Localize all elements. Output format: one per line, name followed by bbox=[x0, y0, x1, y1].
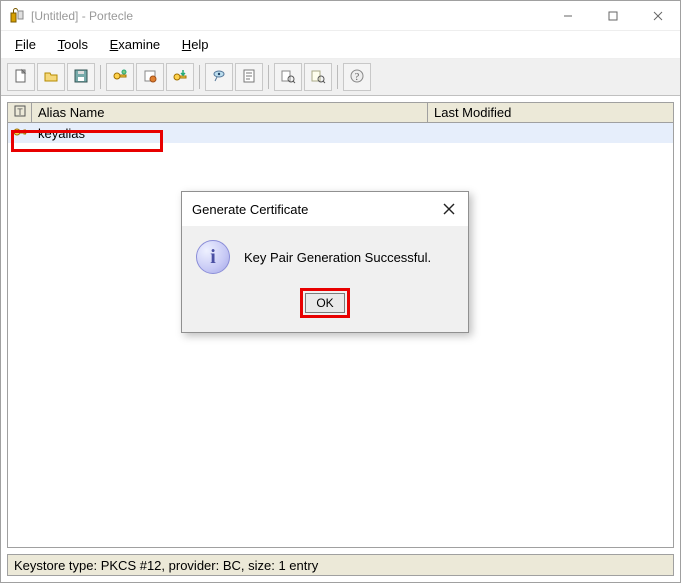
toolbar-separator bbox=[268, 65, 269, 89]
new-keystore-button[interactable] bbox=[7, 63, 35, 91]
generate-certificate-dialog: Generate Certificate i Key Pair Generati… bbox=[181, 191, 469, 333]
table-body: keyalias bbox=[8, 123, 673, 547]
menu-examine[interactable]: Examine bbox=[104, 35, 167, 54]
annotation-ok-highlight: OK bbox=[300, 288, 349, 318]
toolbar-separator bbox=[100, 65, 101, 89]
dialog-message: Key Pair Generation Successful. bbox=[244, 250, 431, 265]
report-icon bbox=[241, 68, 257, 87]
column-type[interactable]: T bbox=[8, 103, 32, 122]
dialog-button-row: OK bbox=[182, 282, 468, 332]
help-icon: ? bbox=[349, 68, 365, 87]
svg-text:?: ? bbox=[355, 72, 360, 83]
new-file-icon bbox=[13, 68, 29, 87]
column-alias[interactable]: Alias Name bbox=[32, 103, 428, 122]
table-row[interactable]: keyalias bbox=[8, 123, 673, 143]
entry-modified bbox=[428, 132, 673, 134]
magnifier-cert-icon bbox=[280, 68, 296, 87]
generate-keypair-button[interactable] bbox=[106, 63, 134, 91]
examine-crl-button[interactable] bbox=[304, 63, 332, 91]
title-bar: [Untitled] - Portecle bbox=[1, 1, 680, 31]
svg-text:T: T bbox=[17, 107, 23, 117]
app-icon bbox=[9, 8, 25, 24]
toolbar-separator bbox=[337, 65, 338, 89]
menu-tools[interactable]: Tools bbox=[52, 35, 94, 54]
password-icon bbox=[211, 68, 227, 87]
status-text: Keystore type: PKCS #12, provider: BC, s… bbox=[14, 558, 318, 573]
open-keystore-button[interactable] bbox=[37, 63, 65, 91]
menu-help[interactable]: Help bbox=[176, 35, 215, 54]
column-last-modified[interactable]: Last Modified bbox=[428, 103, 673, 122]
menu-bar: File Tools Examine Help bbox=[1, 31, 680, 59]
help-button[interactable]: ? bbox=[343, 63, 371, 91]
ok-button[interactable]: OK bbox=[305, 293, 344, 313]
close-button[interactable] bbox=[635, 1, 680, 30]
set-password-button[interactable] bbox=[205, 63, 233, 91]
main-window: [Untitled] - Portecle File Tools Examine… bbox=[0, 0, 681, 583]
type-column-icon: T bbox=[14, 105, 26, 120]
save-keystore-button[interactable] bbox=[67, 63, 95, 91]
import-cert-icon bbox=[142, 68, 158, 87]
toolbar-separator bbox=[199, 65, 200, 89]
dialog-title-bar: Generate Certificate bbox=[182, 192, 468, 226]
keypair-icon bbox=[112, 68, 128, 87]
import-keypair-icon bbox=[172, 68, 188, 87]
magnifier-crl-icon bbox=[310, 68, 326, 87]
minimize-button[interactable] bbox=[545, 1, 590, 30]
window-title: [Untitled] - Portecle bbox=[31, 9, 545, 23]
info-icon: i bbox=[196, 240, 230, 274]
status-bar: Keystore type: PKCS #12, provider: BC, s… bbox=[7, 554, 674, 576]
save-icon bbox=[73, 68, 89, 87]
entry-type-icon-cell bbox=[8, 125, 32, 142]
examine-cert-button[interactable] bbox=[274, 63, 302, 91]
toolbar: ? bbox=[1, 59, 680, 96]
import-trusted-cert-button[interactable] bbox=[136, 63, 164, 91]
folder-open-icon bbox=[43, 68, 59, 87]
table-header: T Alias Name Last Modified bbox=[8, 103, 673, 123]
dialog-close-button[interactable] bbox=[440, 200, 458, 218]
import-keypair-button[interactable] bbox=[166, 63, 194, 91]
entry-alias: keyalias bbox=[32, 125, 428, 142]
dialog-body: i Key Pair Generation Successful. bbox=[182, 226, 468, 282]
dialog-title: Generate Certificate bbox=[192, 202, 440, 217]
key-entry-icon bbox=[12, 125, 28, 142]
maximize-button[interactable] bbox=[590, 1, 635, 30]
menu-file[interactable]: File bbox=[9, 35, 42, 54]
keystore-report-button[interactable] bbox=[235, 63, 263, 91]
